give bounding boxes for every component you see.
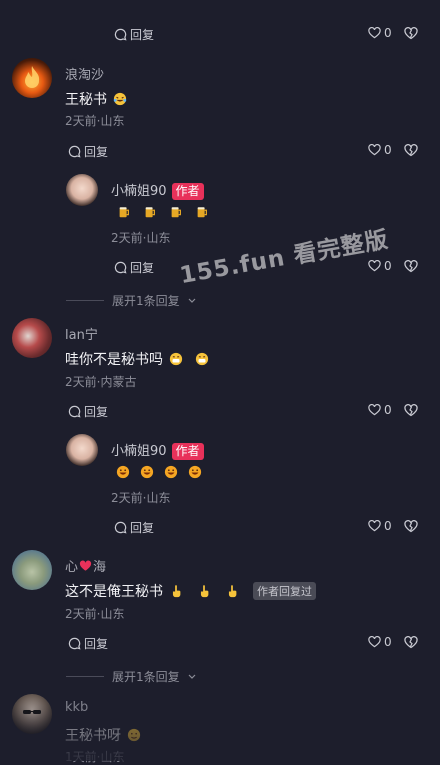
- comment-bubble-icon: [68, 637, 81, 650]
- divider: [66, 300, 104, 301]
- reply-label: 回复: [84, 145, 109, 159]
- heart-icon: [368, 260, 381, 272]
- grinning-emoji-icon: [169, 352, 183, 366]
- comment-meta: 2天前·山东: [65, 114, 125, 128]
- reply-label: 回复: [130, 521, 155, 535]
- grin-emoji-icon: [116, 465, 130, 479]
- laughing-tears-emoji-icon: [113, 92, 127, 106]
- pointing-hand-emoji-icon: [228, 585, 237, 598]
- avatar[interactable]: [66, 174, 98, 206]
- chevron-down-icon: [188, 298, 196, 303]
- heart-icon: [368, 520, 381, 532]
- heart-icon: [368, 27, 381, 39]
- like-count: 0: [384, 143, 392, 157]
- reply-meta: 2天前·山东: [111, 231, 171, 245]
- author-tag: 作者: [171, 183, 204, 200]
- reply-username[interactable]: 小楠姐90 作者: [111, 440, 204, 460]
- comment-username[interactable]: 心 海: [65, 556, 106, 575]
- reply-button[interactable]: 回复: [114, 259, 154, 276]
- like-count: 0: [384, 259, 392, 273]
- reply-button[interactable]: 回复: [68, 143, 108, 160]
- heart-icon: [368, 636, 381, 648]
- beer-emoji-icon: [171, 207, 181, 218]
- broken-heart-icon[interactable]: [404, 520, 418, 533]
- beer-emoji-icon: [197, 207, 207, 218]
- avatar[interactable]: [12, 694, 52, 734]
- like-button[interactable]: 0: [368, 143, 392, 157]
- heh-emoji-icon: [127, 728, 141, 742]
- grin-emoji-icon: [188, 465, 202, 479]
- comment-text: 哇你不是秘书吗: [65, 349, 209, 369]
- broken-heart-icon[interactable]: [404, 27, 418, 40]
- reply-label: 回复: [84, 637, 109, 651]
- heart-icon: [368, 404, 381, 416]
- chevron-down-icon: [188, 674, 196, 679]
- like-button[interactable]: 0: [368, 519, 392, 533]
- reply-text: [117, 205, 209, 219]
- reply-username[interactable]: 小楠姐90 作者: [111, 180, 204, 200]
- comment-username[interactable]: lan宁: [65, 324, 98, 343]
- comment-bubble-icon: [68, 145, 81, 158]
- author-replied-badge: 作者回复过: [253, 582, 316, 600]
- avatar[interactable]: [12, 550, 52, 590]
- like-count: 0: [384, 635, 392, 649]
- red-heart-icon: [79, 560, 92, 571]
- like-button[interactable]: 0: [368, 259, 392, 273]
- avatar[interactable]: [66, 434, 98, 466]
- like-count: 0: [384, 519, 392, 533]
- beer-emoji-icon: [145, 207, 155, 218]
- grinning-emoji-icon: [195, 352, 209, 366]
- comment-meta: 1天前·山东: [65, 750, 125, 764]
- reply-label: 回复: [130, 28, 155, 42]
- comment-text: 王秘书: [65, 89, 127, 109]
- comment-bubble-icon: [114, 28, 127, 41]
- like-button[interactable]: 0: [368, 635, 392, 649]
- avatar[interactable]: [12, 318, 52, 358]
- avatar[interactable]: [12, 58, 52, 98]
- heart-icon: [368, 144, 381, 156]
- like-count: 0: [384, 26, 392, 40]
- beer-emoji-icon: [119, 207, 129, 218]
- pointing-hand-emoji-icon: [200, 585, 209, 598]
- like-count: 0: [384, 403, 392, 417]
- reply-meta: 2天前·山东: [111, 491, 171, 505]
- expand-replies-link[interactable]: 展开1条回复: [66, 292, 196, 309]
- comment-username[interactable]: 浪淘沙: [65, 64, 104, 83]
- reply-button[interactable]: 回复: [114, 519, 154, 536]
- grin-emoji-icon: [164, 465, 178, 479]
- comment-bubble-icon: [68, 405, 81, 418]
- reply-button[interactable]: 回复: [68, 403, 108, 420]
- broken-heart-icon[interactable]: [404, 144, 418, 157]
- broken-heart-icon[interactable]: [404, 636, 418, 649]
- reply-label: 回复: [84, 405, 109, 419]
- reply-button[interactable]: 回复: [68, 635, 108, 652]
- pointing-hand-emoji-icon: [172, 585, 181, 598]
- watermark: 155.fun 看完整版: [177, 226, 391, 290]
- divider: [66, 676, 104, 677]
- reply-button[interactable]: 回复: [114, 26, 154, 43]
- reply-text: [116, 465, 202, 479]
- comment-username[interactable]: kkb: [65, 700, 88, 715]
- comment-meta: 2天前·内蒙古: [65, 375, 137, 389]
- broken-heart-icon[interactable]: [404, 260, 418, 273]
- grin-emoji-icon: [140, 465, 154, 479]
- expand-replies-link[interactable]: 展开1条回复: [66, 668, 196, 685]
- reply-label: 回复: [130, 261, 155, 275]
- comment-bubble-icon: [114, 521, 127, 534]
- comment-text: 王秘书呀: [65, 725, 141, 745]
- comment-meta: 2天前·山东: [65, 607, 125, 621]
- like-button[interactable]: 0: [368, 403, 392, 417]
- comment-text: 这不是俺王秘书 作者回复过: [65, 581, 316, 601]
- broken-heart-icon[interactable]: [404, 404, 418, 417]
- comment-bubble-icon: [114, 261, 127, 274]
- like-button[interactable]: 0: [368, 26, 392, 40]
- author-tag: 作者: [171, 443, 204, 460]
